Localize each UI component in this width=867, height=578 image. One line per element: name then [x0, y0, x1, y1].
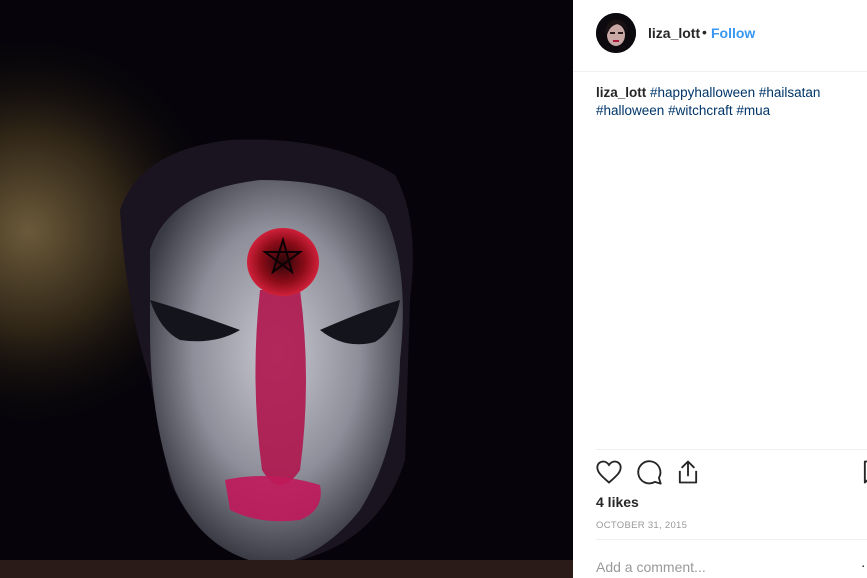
caption-username[interactable]: liza_lott: [596, 85, 646, 100]
likes-count[interactable]: 4 likes: [596, 494, 639, 510]
actions-divider: [596, 449, 867, 450]
heart-icon: [596, 460, 622, 484]
hashtag-link[interactable]: #mua: [736, 103, 770, 118]
share-button[interactable]: [674, 458, 702, 486]
like-button[interactable]: [595, 458, 623, 486]
follow-button[interactable]: Follow: [711, 25, 755, 41]
comment-bubble-icon: [637, 460, 662, 485]
post-image: [0, 0, 573, 578]
comment-divider: [596, 539, 867, 540]
hashtag-link[interactable]: #witchcraft: [668, 103, 733, 118]
save-button[interactable]: [859, 458, 867, 486]
post-photo[interactable]: [0, 0, 573, 578]
post-side-panel: liza_lott • Follow liza_lott #happyhallo…: [573, 0, 867, 578]
share-icon: [678, 460, 698, 484]
post-caption: liza_lott #happyhalloween #hailsatan #ha…: [596, 84, 846, 120]
post-header: liza_lott • Follow: [573, 0, 867, 72]
username-link[interactable]: liza_lott: [648, 25, 700, 41]
hashtag-link[interactable]: #halloween: [596, 103, 664, 118]
more-options-icon[interactable]: ⋅: [861, 558, 865, 575]
comment-input[interactable]: [596, 556, 836, 578]
hashtag-link[interactable]: #happyhalloween: [650, 85, 755, 100]
post-date[interactable]: OCTOBER 31, 2015: [596, 520, 687, 531]
avatar[interactable]: [596, 13, 636, 53]
comment-button[interactable]: [635, 458, 663, 486]
separator-dot: •: [702, 24, 707, 40]
avatar-image: [596, 13, 636, 53]
bookmark-icon: [863, 460, 867, 484]
hashtag-link[interactable]: #hailsatan: [759, 85, 821, 100]
